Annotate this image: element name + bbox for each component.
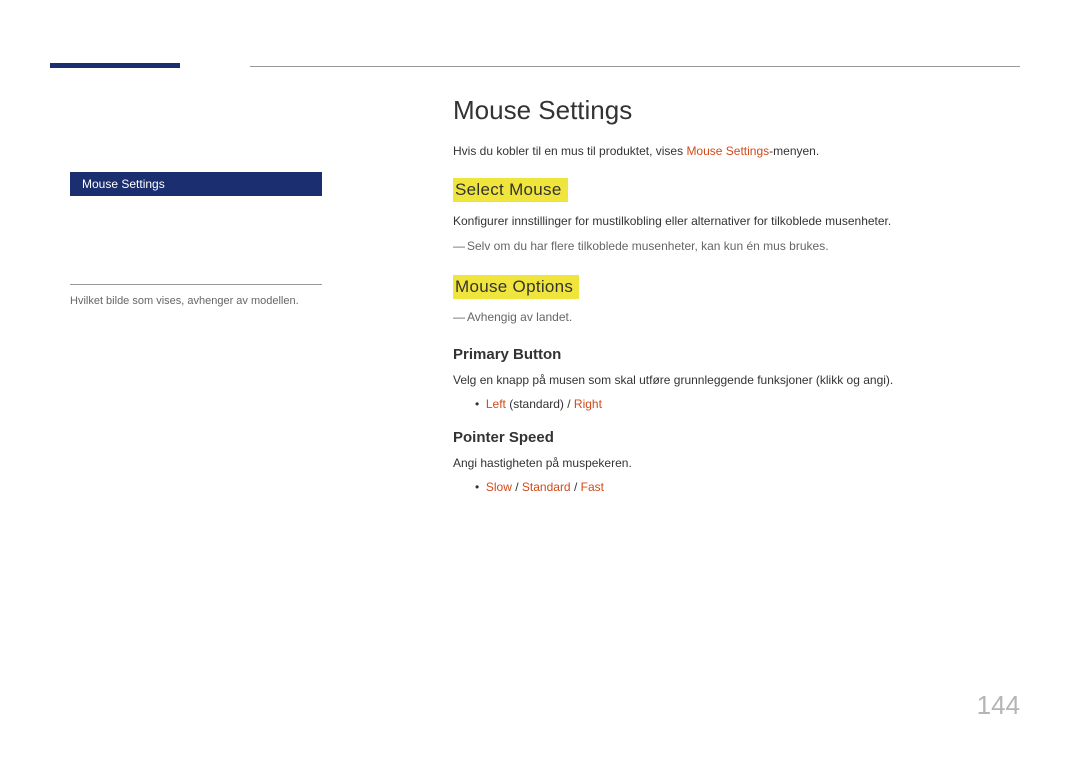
page-number: 144 xyxy=(977,690,1020,721)
option-sep2: / xyxy=(571,480,581,494)
section-heading-mouse-options: Mouse Options xyxy=(453,275,579,299)
option-fast: Fast xyxy=(581,480,604,494)
pointer-speed-options: • Slow / Standard / Fast xyxy=(475,480,1020,494)
mouse-options-note-text: Avhengig av landet. xyxy=(467,310,572,324)
mouse-options-note: ―Avhengig av landet. xyxy=(453,309,1020,326)
header-accent-bar xyxy=(50,63,180,68)
select-mouse-note: ―Selv om du har flere tilkoblede musenhe… xyxy=(453,238,1020,255)
intro-text: Hvis du kobler til en mus til produktet,… xyxy=(453,144,1020,158)
section-heading-select-mouse: Select Mouse xyxy=(453,178,568,202)
select-mouse-note-text: Selv om du har flere tilkoblede musenhet… xyxy=(467,239,829,253)
primary-button-body: Velg en knapp på musen som skal utføre g… xyxy=(453,371,1020,389)
sidebar: Mouse Settings Hvilket bilde som vises, … xyxy=(70,172,322,307)
sidebar-item-label: Mouse Settings xyxy=(82,177,165,191)
intro-ref: Mouse Settings xyxy=(686,144,769,158)
primary-button-options: • Left (standard) / Right xyxy=(475,397,1020,411)
intro-pre: Hvis du kobler til en mus til produktet,… xyxy=(453,144,686,158)
sidebar-item-mouse-settings[interactable]: Mouse Settings xyxy=(70,172,322,196)
intro-post: -menyen. xyxy=(769,144,819,158)
option-left-suffix: (standard) / xyxy=(506,397,574,411)
sub-heading-primary-button: Primary Button xyxy=(453,346,1020,363)
option-right: Right xyxy=(574,397,602,411)
sidebar-note: Hvilket bilde som vises, avhenger av mod… xyxy=(70,295,322,307)
pointer-speed-body: Angi hastigheten på muspekeren. xyxy=(453,454,1020,472)
note-dash-icon: ― xyxy=(453,238,467,255)
option-slow: Slow xyxy=(486,480,512,494)
note-dash-icon: ― xyxy=(453,309,467,326)
option-sep1: / xyxy=(512,480,522,494)
sub-heading-pointer-speed: Pointer Speed xyxy=(453,429,1020,446)
option-standard: Standard xyxy=(522,480,571,494)
content-area: Mouse Settings Hvis du kobler til en mus… xyxy=(453,95,1020,512)
page-title: Mouse Settings xyxy=(453,95,1020,126)
sidebar-divider xyxy=(70,284,322,285)
option-left: Left xyxy=(486,397,506,411)
select-mouse-body: Konfigurer innstillinger for mustilkobli… xyxy=(453,212,1020,230)
header-divider xyxy=(250,66,1020,67)
